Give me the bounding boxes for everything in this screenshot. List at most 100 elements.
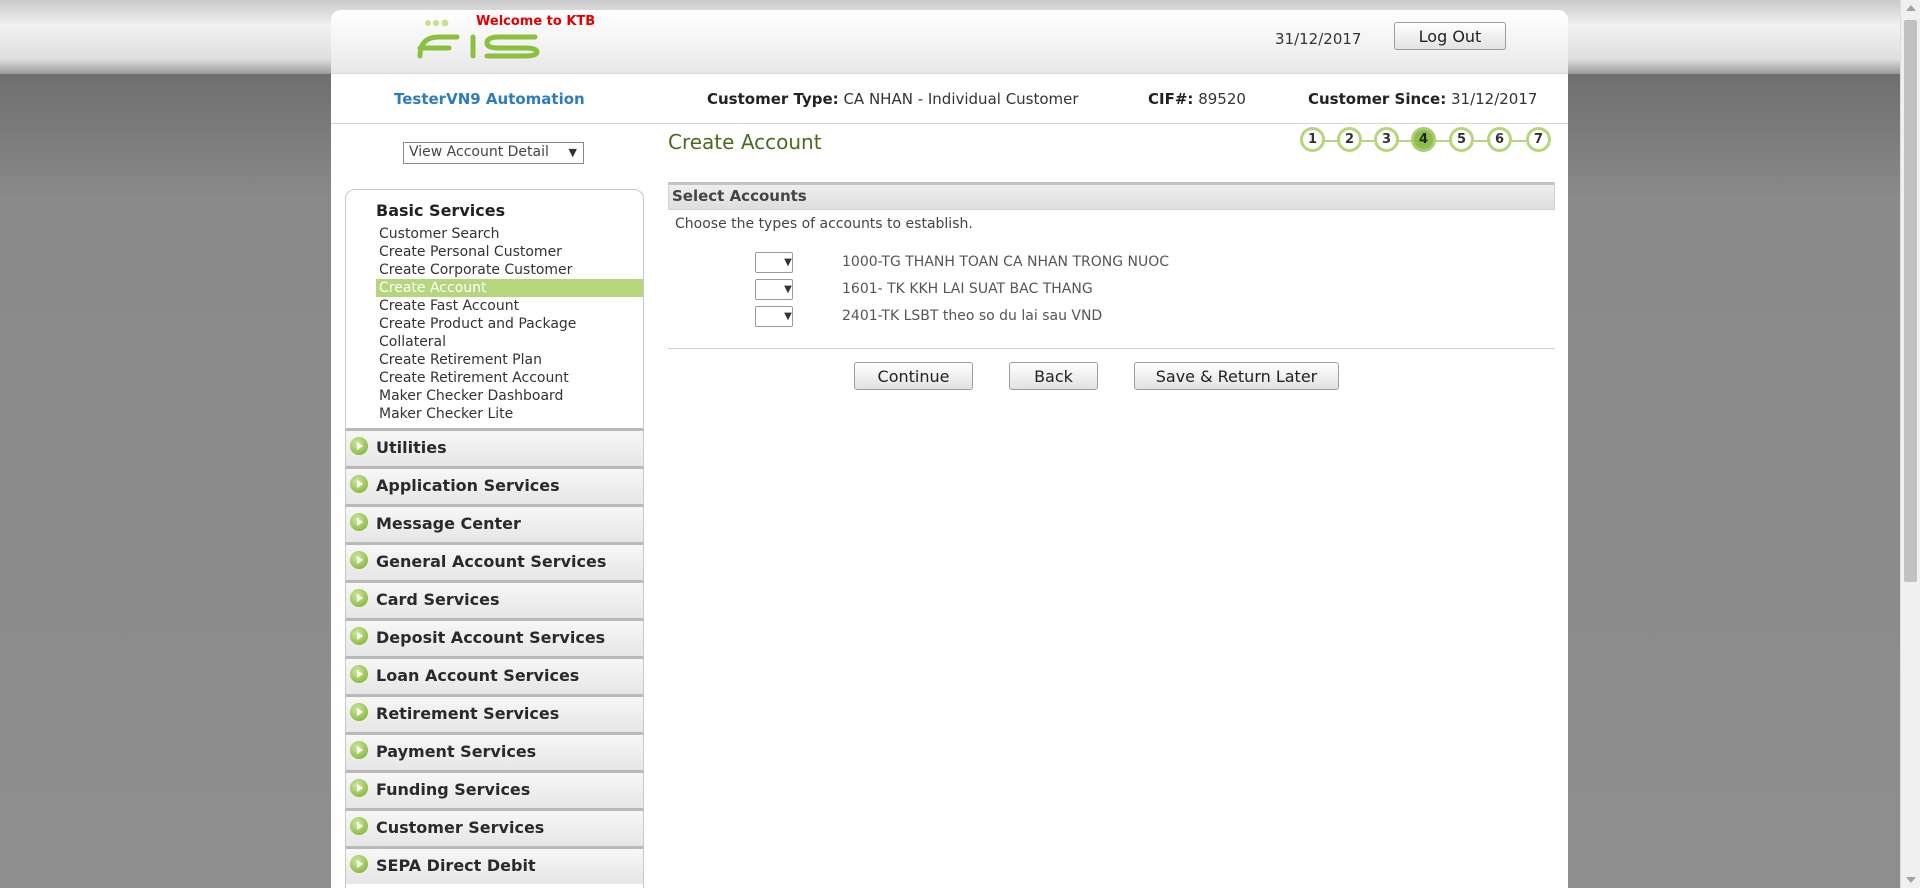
expand-arrow-icon (350, 703, 368, 721)
sidebar-item-maker-checker-dashboard[interactable]: Maker Checker Dashboard (376, 387, 643, 405)
account-row: ▼ 1000-TG THANH TOAN CA NHAN TRONG NUOC (755, 252, 1555, 274)
step-indicator: 1 2 3 4 5 6 7 (1300, 127, 1564, 155)
continue-button[interactable]: Continue (854, 362, 973, 390)
account-row: ▼ 2401-TK LSBT theo so du lai sau VND (755, 306, 1555, 328)
section-deposit-account-services[interactable]: Deposit Account Services (346, 618, 643, 656)
section-label: General Account Services (376, 552, 607, 571)
section-application-services[interactable]: Application Services (346, 466, 643, 504)
customer-type-label: Customer Type: (707, 90, 839, 108)
section-label: SEPA Direct Debit (376, 856, 536, 875)
chevron-down-icon: ▼ (784, 257, 792, 268)
expand-arrow-icon (350, 779, 368, 797)
account-quantity-select[interactable]: ▼ (755, 279, 793, 300)
welcome-text: Welcome to KTB (476, 14, 596, 29)
expand-arrow-icon (350, 665, 368, 683)
cif-value: 89520 (1198, 90, 1246, 108)
expand-arrow-icon (350, 551, 368, 569)
customer-cif: CIF#: 89520 (1148, 90, 1246, 108)
expand-arrow-icon (350, 855, 368, 873)
account-type-label: 1601- TK KKH LAI SUAT BAC THANG (842, 281, 1093, 297)
expand-arrow-icon (350, 627, 368, 645)
sidebar-item-create-fast-account[interactable]: Create Fast Account (376, 297, 643, 315)
section-label: Retirement Services (376, 704, 560, 723)
save-return-later-button[interactable]: Save & Return Later (1134, 362, 1339, 390)
sidebar-item-create-retirement-account[interactable]: Create Retirement Account (376, 369, 643, 387)
services-sidebar: Basic Services Customer Search Create Pe… (345, 189, 644, 888)
chevron-down-icon: ▼ (784, 284, 792, 295)
account-type-label: 2401-TK LSBT theo so du lai sau VND (842, 308, 1103, 324)
service-sections: Utilities Application Services Message C… (346, 428, 643, 884)
sidebar-item-create-product-and-package[interactable]: Create Product and Package (376, 315, 643, 333)
scrollbar-thumb[interactable] (1904, 20, 1917, 582)
app-container: Welcome to KTB 31/12/2017 Log Out Tester… (331, 10, 1568, 888)
step-4-current: 4 (1411, 127, 1436, 152)
page-title: Create Account (668, 130, 822, 154)
account-quantity-select[interactable]: ▼ (755, 252, 793, 273)
section-sepa-direct-debit[interactable]: SEPA Direct Debit (346, 846, 643, 884)
customer-since-label: Customer Since: (1308, 90, 1447, 108)
sidebar-item-customer-search[interactable]: Customer Search (376, 225, 643, 243)
basic-services-list: Customer Search Create Personal Customer… (376, 225, 643, 423)
section-label: Card Services (376, 590, 500, 609)
section-funding-services[interactable]: Funding Services (346, 770, 643, 808)
scroll-up-arrow-icon[interactable] (1906, 5, 1916, 11)
customer-info-bar: TesterVN9 Automation Customer Type: CA N… (331, 74, 1568, 124)
step-2: 2 (1337, 127, 1362, 152)
section-label: Payment Services (376, 742, 537, 761)
sidebar-item-create-corporate-customer[interactable]: Create Corporate Customer (376, 261, 643, 279)
select-accounts-header: Select Accounts (668, 182, 1555, 210)
step-6: 6 (1487, 127, 1512, 152)
chevron-down-icon: ▼ (568, 146, 577, 159)
account-type-label: 1000-TG THANH TOAN CA NHAN TRONG NUOC (842, 254, 1170, 270)
expand-arrow-icon (350, 475, 368, 493)
logout-button[interactable]: Log Out (1394, 22, 1506, 50)
view-account-detail-select[interactable]: View Account Detail ▼ (403, 142, 584, 164)
expand-arrow-icon (350, 513, 368, 531)
user-name-link[interactable]: TesterVN9 Automation (394, 90, 585, 108)
sidebar-item-create-retirement-plan[interactable]: Create Retirement Plan (376, 351, 643, 369)
step-3: 3 (1374, 127, 1399, 152)
header-date: 31/12/2017 (1275, 30, 1362, 48)
sidebar-item-create-personal-customer[interactable]: Create Personal Customer (376, 243, 643, 261)
app-header: Welcome to KTB 31/12/2017 Log Out (331, 10, 1568, 74)
step-5: 5 (1449, 127, 1474, 152)
section-label: Funding Services (376, 780, 531, 799)
form-divider (668, 348, 1555, 349)
expand-arrow-icon (350, 741, 368, 759)
chevron-down-icon: ▼ (784, 311, 792, 322)
step-7: 7 (1526, 127, 1551, 152)
basic-services-title: Basic Services (376, 201, 506, 220)
section-utilities[interactable]: Utilities (346, 428, 643, 466)
section-loan-account-services[interactable]: Loan Account Services (346, 656, 643, 694)
section-label: Customer Services (376, 818, 545, 837)
sidebar-item-collateral[interactable]: Collateral (376, 333, 643, 351)
section-customer-services[interactable]: Customer Services (346, 808, 643, 846)
section-label: Deposit Account Services (376, 628, 606, 647)
customer-type-value: CA NHAN - Individual Customer (843, 90, 1079, 108)
account-quantity-select[interactable]: ▼ (755, 306, 793, 327)
back-button[interactable]: Back (1009, 362, 1098, 390)
account-row: ▼ 1601- TK KKH LAI SUAT BAC THANG (755, 279, 1555, 301)
instruction-text: Choose the types of accounts to establis… (675, 216, 973, 232)
section-label: Application Services (376, 476, 560, 495)
section-message-center[interactable]: Message Center (346, 504, 643, 542)
section-label: Loan Account Services (376, 666, 580, 685)
section-card-services[interactable]: Card Services (346, 580, 643, 618)
customer-type: Customer Type: CA NHAN - Individual Cust… (707, 90, 1079, 108)
scroll-down-arrow-icon[interactable] (1906, 877, 1916, 883)
section-general-account-services[interactable]: General Account Services (346, 542, 643, 580)
section-label: Message Center (376, 514, 521, 533)
step-1: 1 (1300, 127, 1325, 152)
expand-arrow-icon (350, 437, 368, 455)
sidebar-item-maker-checker-lite[interactable]: Maker Checker Lite (376, 405, 643, 423)
section-retirement-services[interactable]: Retirement Services (346, 694, 643, 732)
customer-since: Customer Since: 31/12/2017 (1308, 90, 1537, 108)
sidebar-item-create-account[interactable]: Create Account (376, 279, 643, 297)
expand-arrow-icon (350, 589, 368, 607)
view-select-value: View Account Detail (409, 144, 549, 160)
cif-label: CIF#: (1148, 90, 1194, 108)
customer-since-value: 31/12/2017 (1450, 90, 1538, 108)
expand-arrow-icon (350, 817, 368, 835)
section-payment-services[interactable]: Payment Services (346, 732, 643, 770)
page-scrollbar[interactable] (1900, 0, 1920, 888)
